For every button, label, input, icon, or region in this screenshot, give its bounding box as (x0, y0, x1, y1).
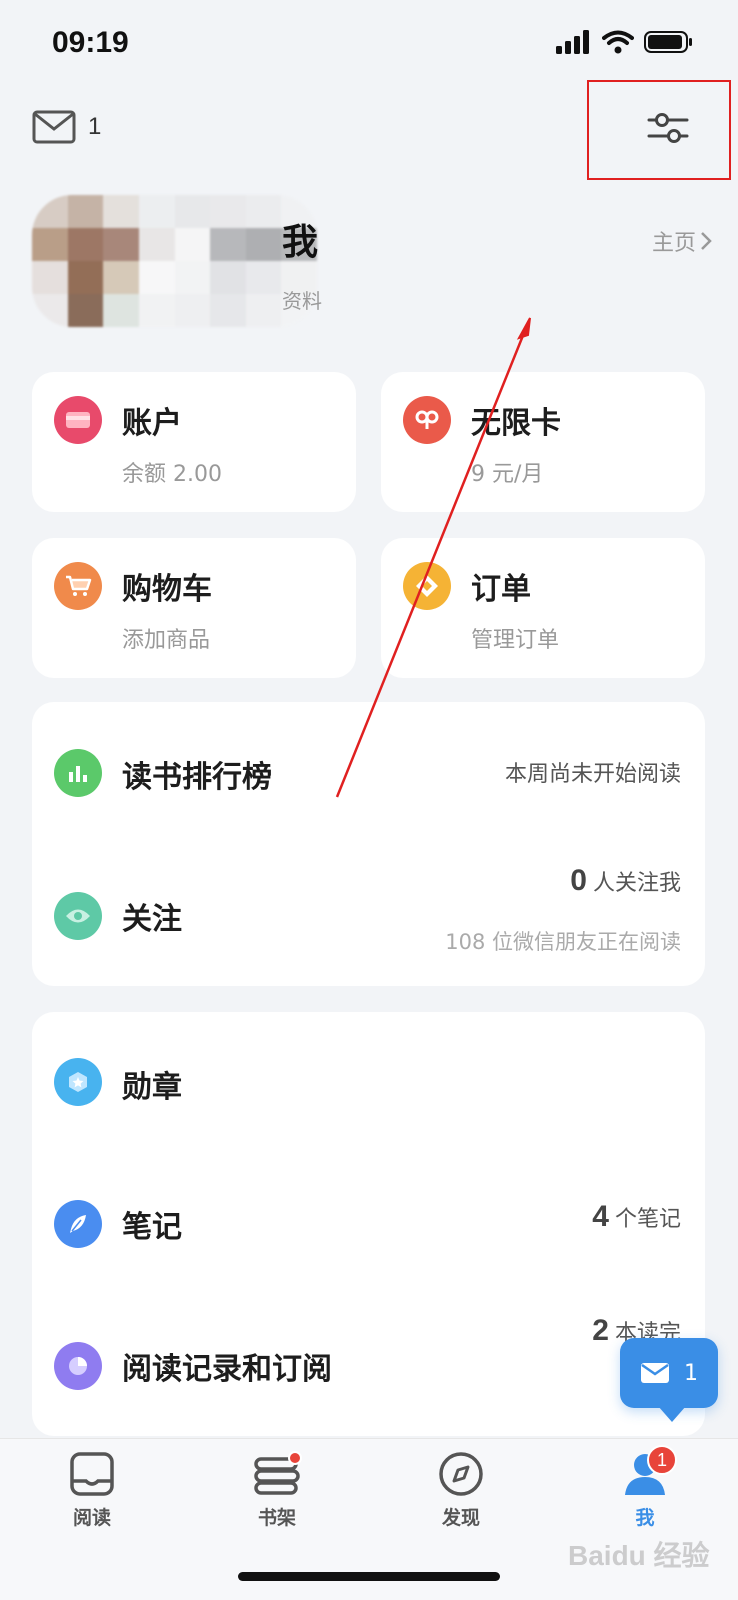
follow-count-line: 0 人关注我 (570, 864, 681, 898)
floating-message-count: 1 (684, 1360, 698, 1386)
cart-icon (54, 562, 102, 610)
tab-bookshelf[interactable]: 书架 (222, 1451, 332, 1530)
orders-card[interactable]: 订单 管理订单 (381, 538, 705, 678)
infinity-icon (403, 396, 451, 444)
orders-title: 订单 (471, 572, 531, 607)
mail-button[interactable]: 1 (32, 110, 101, 144)
records-group-card: 勋章 笔记 4个笔记 阅读记录和订阅 2本读完 4 本 (32, 1012, 705, 1436)
compass-icon (439, 1452, 483, 1496)
tab-read[interactable]: 阅读 (37, 1451, 147, 1530)
me-badge: 1 (647, 1445, 677, 1475)
unlimited-price: 9 元/月 (471, 462, 544, 487)
watermark: Baidu 经验 (568, 1540, 710, 1571)
profile-section[interactable]: 我 资料 主页 (32, 195, 712, 327)
homepage-link[interactable]: 主页 (652, 225, 712, 257)
orders-subtitle: 管理订单 (471, 628, 560, 653)
status-icons (556, 30, 694, 54)
status-time: 09:19 (52, 26, 129, 59)
eye-icon (54, 892, 102, 940)
history-row[interactable]: 阅读记录和订阅 2本读完 4 本 (32, 1294, 705, 1436)
bar-chart-icon (54, 749, 102, 797)
cart-subtitle: 添加商品 (122, 628, 211, 653)
ranking-row[interactable]: 读书排行榜 本周尚未开始阅读 (32, 702, 705, 842)
medal-icon (54, 1058, 102, 1106)
badges-title: 勋章 (122, 1070, 182, 1105)
feather-icon (54, 1200, 102, 1248)
cart-card[interactable]: 购物车 添加商品 (32, 538, 356, 678)
friends-reading: 108 位微信朋友正在阅读 (445, 930, 681, 954)
notes-title: 笔记 (122, 1210, 182, 1245)
envelope-icon (641, 1363, 669, 1383)
notes-count-line: 4 个笔记 (592, 1200, 681, 1234)
status-bar: 09:19 (0, 0, 738, 90)
mail-count: 1 (88, 113, 102, 140)
pie-chart-icon (54, 1342, 102, 1390)
account-balance: 余额 2.00 (122, 462, 222, 487)
unlimited-card[interactable]: 无限卡 9 元/月 (381, 372, 705, 512)
tab-discover[interactable]: 发现 (406, 1451, 516, 1530)
wallet-icon (54, 396, 102, 444)
notes-row[interactable]: 笔记 4 个笔记 (32, 1152, 705, 1294)
battery-icon (644, 31, 692, 53)
social-group-card: 读书排行榜 本周尚未开始阅读 关注 0 人关注我 108 位微信朋友正在阅读 (32, 702, 705, 986)
account-card[interactable]: 账户 余额 2.00 (32, 372, 356, 512)
signal-icon (556, 30, 589, 54)
account-title: 账户 (122, 406, 182, 441)
ranking-status: 本周尚未开始阅读 (504, 762, 681, 787)
floating-message-button[interactable]: 1 (620, 1338, 718, 1422)
follower-count-label: 人关注我 (592, 871, 681, 896)
bookshelf-notification-dot (288, 1451, 302, 1465)
wifi-icon (602, 30, 634, 54)
history-title: 阅读记录和订阅 (122, 1352, 332, 1387)
homepage-label: 主页 (651, 231, 696, 256)
notes-count-label: 个笔记 (614, 1207, 681, 1232)
tab-read-label: 阅读 (72, 1507, 111, 1529)
mail-icon (32, 110, 76, 144)
notes-count: 4 (592, 1200, 609, 1233)
follower-count: 0 (570, 864, 587, 897)
follow-title: 关注 (122, 902, 182, 937)
book-icon (70, 1452, 114, 1496)
tab-me-label: 我 (635, 1507, 655, 1529)
order-tag-icon (403, 562, 451, 610)
tab-discover-label: 发现 (441, 1507, 480, 1529)
unlimited-title: 无限卡 (471, 406, 561, 441)
badges-row[interactable]: 勋章 (32, 1012, 705, 1152)
tab-bookshelf-label: 书架 (257, 1507, 296, 1529)
avatar[interactable] (32, 195, 317, 327)
profile-subtitle: 资料 (282, 289, 322, 313)
follow-row[interactable]: 关注 0 人关注我 108 位微信朋友正在阅读 (32, 842, 705, 986)
cart-title: 购物车 (122, 572, 212, 607)
profile-name: 我 (282, 222, 319, 263)
books-finished-count: 2 (592, 1314, 609, 1347)
annotation-highlight-box (587, 80, 731, 180)
ranking-title: 读书排行榜 (122, 760, 272, 795)
chevron-right-icon (701, 232, 712, 250)
tab-me[interactable]: 1 我 (590, 1445, 700, 1530)
home-indicator (238, 1572, 500, 1581)
